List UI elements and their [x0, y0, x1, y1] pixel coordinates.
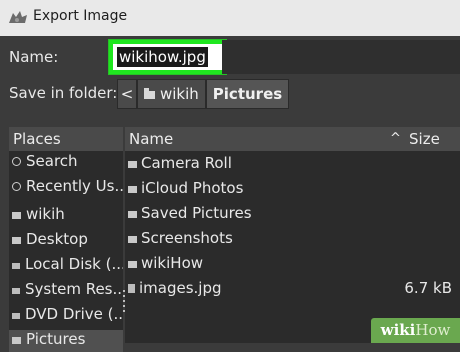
file-row[interactable]: wikiHow [125, 254, 460, 276]
folder-icon [128, 261, 137, 268]
file-size: 6.7 kB [404, 279, 452, 297]
sort-ascending-icon[interactable]: ^ [390, 127, 401, 151]
watermark: wikiHow [371, 318, 460, 343]
file-row[interactable]: images.jpg 6.7 kB [125, 279, 460, 301]
title-bar: Export Image [0, 0, 460, 36]
filename-input-area[interactable] [222, 40, 460, 74]
place-item-recently-used[interactable]: Recently Us... [9, 177, 123, 199]
place-item-desktop[interactable]: Desktop [9, 230, 123, 252]
file-row[interactable]: Screenshots [125, 229, 460, 251]
folder-icon [12, 237, 21, 244]
breadcrumb-item-wikih[interactable]: wikih [137, 79, 206, 109]
disk-icon [12, 263, 20, 269]
place-item-local-disk[interactable]: Local Disk (... [9, 255, 123, 277]
places-panel: Places Search Recently Us... wikih Deskt… [9, 127, 123, 352]
filename-input[interactable]: wikihow.jpg [109, 40, 226, 74]
gimp-wilber-icon [9, 11, 27, 23]
column-header-size[interactable]: Size [409, 127, 440, 151]
files-header: Name ^ Size [125, 127, 460, 151]
window-title: Export Image [33, 8, 128, 24]
disk-icon [12, 313, 20, 319]
folder-icon [12, 212, 21, 219]
place-item-wikih[interactable]: wikih [9, 205, 123, 227]
breadcrumb: < wikih Pictures [117, 79, 290, 109]
search-icon [12, 157, 21, 166]
disk-icon [12, 288, 20, 294]
folder-icon [128, 236, 137, 243]
file-row[interactable]: Camera Roll [125, 154, 460, 176]
place-item-system-reserved[interactable]: System Res... [9, 280, 123, 302]
folder-icon [128, 211, 137, 218]
save-in-folder-label: Save in folder: [9, 84, 118, 102]
place-item-dvd-drive[interactable]: DVD Drive (... [9, 305, 123, 327]
column-header-name[interactable]: Name [129, 127, 173, 151]
folder-icon [128, 186, 137, 193]
file-row[interactable]: iCloud Photos [125, 179, 460, 201]
breadcrumb-back-button[interactable]: < [117, 79, 137, 109]
breadcrumb-item-pictures[interactable]: Pictures [205, 79, 290, 109]
recent-icon [12, 182, 21, 191]
folder-icon [144, 88, 155, 99]
files-panel: Name ^ Size Camera Roll iCloud Photos Sa… [125, 127, 460, 343]
place-item-pictures[interactable]: Pictures [9, 330, 123, 352]
folder-icon [128, 161, 137, 168]
filename-value[interactable]: wikihow.jpg [117, 47, 208, 67]
chevron-left-icon: < [120, 85, 134, 103]
name-label: Name: [9, 48, 59, 66]
places-header[interactable]: Places [9, 127, 123, 151]
image-file-icon [128, 284, 135, 293]
place-item-search[interactable]: Search [9, 152, 123, 174]
file-row[interactable]: Saved Pictures [125, 204, 460, 226]
